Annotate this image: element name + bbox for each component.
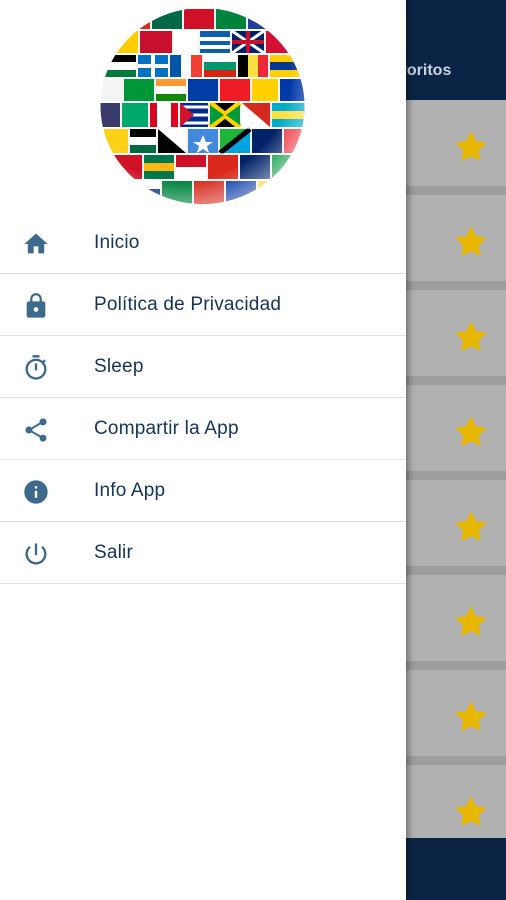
star-icon[interactable] (452, 223, 490, 261)
star-icon[interactable] (452, 603, 490, 641)
star-icon[interactable] (452, 128, 490, 166)
menu-item-label: Salir (94, 542, 134, 563)
menu-item-sleep[interactable]: Sleep (0, 336, 406, 398)
menu-item-inicio[interactable]: Inicio (0, 212, 406, 274)
info-icon (24, 480, 48, 504)
share-icon (25, 418, 47, 442)
power-icon (25, 543, 47, 565)
world-flags-globe-logo (100, 7, 305, 205)
menu-item-label: Sleep (94, 356, 144, 377)
drawer-menu: Inicio Política de Privacidad Sleep Comp… (0, 212, 406, 584)
star-icon[interactable] (452, 413, 490, 451)
menu-item-label: Info App (94, 480, 166, 501)
menu-item-salir[interactable]: Salir (0, 522, 406, 584)
star-icon[interactable] (452, 793, 490, 831)
menu-item-label: Inicio (94, 232, 140, 253)
home-icon (24, 233, 48, 254)
tab-favoritos[interactable]: voritos (398, 62, 451, 80)
lock-icon (26, 293, 46, 318)
menu-item-label: Compartir la App (94, 418, 239, 439)
star-icon[interactable] (452, 508, 490, 546)
menu-item-compartir[interactable]: Compartir la App (0, 398, 406, 460)
drawer-header (0, 0, 406, 212)
navigation-drawer: Inicio Política de Privacidad Sleep Comp… (0, 0, 406, 900)
timer-icon (25, 355, 47, 380)
star-icon[interactable] (452, 698, 490, 736)
star-icon[interactable] (452, 318, 490, 356)
menu-item-label: Política de Privacidad (94, 294, 282, 315)
menu-item-politica[interactable]: Política de Privacidad (0, 274, 406, 336)
menu-item-info[interactable]: Info App (0, 460, 406, 522)
